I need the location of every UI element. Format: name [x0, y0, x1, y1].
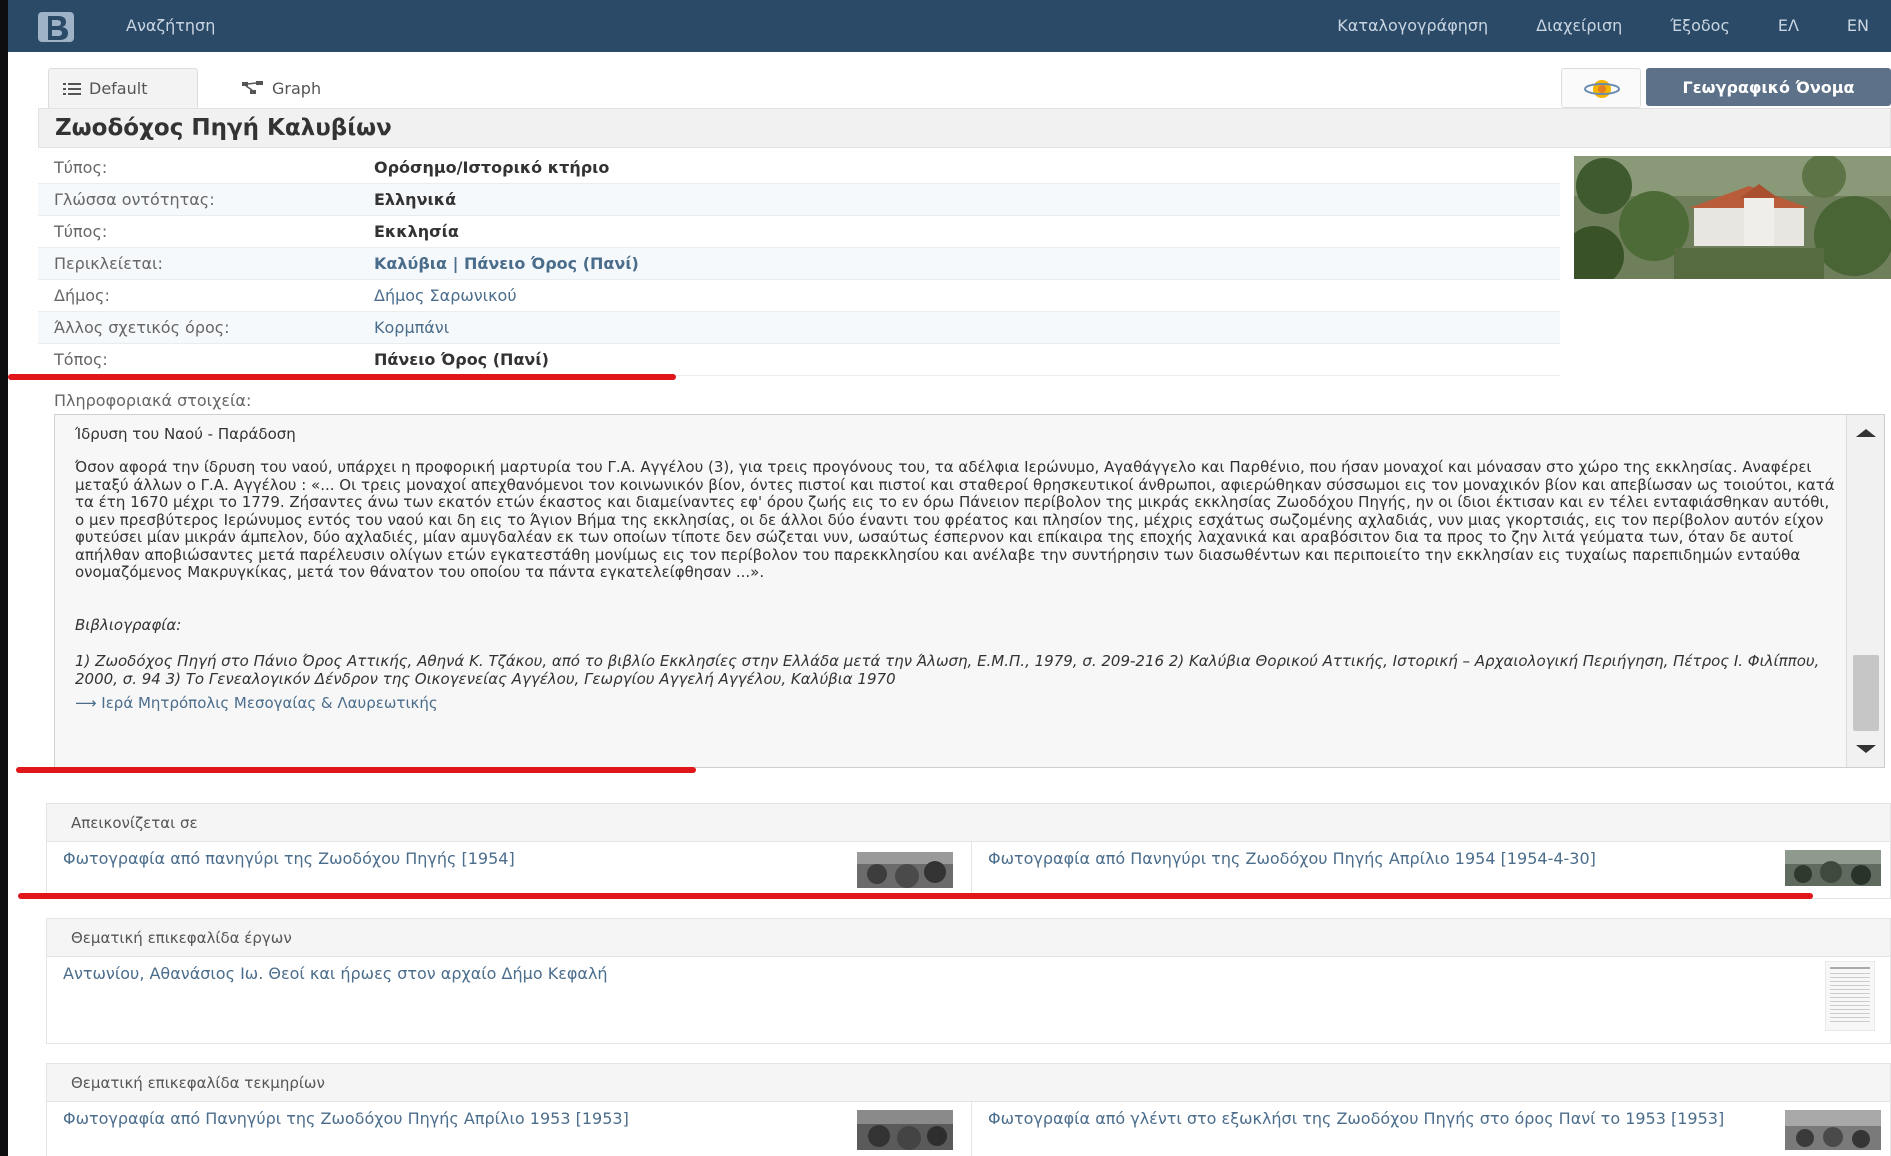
property-row-type-2: Τύπος: Εκκλησία [38, 216, 1560, 248]
photo-thumbnail[interactable] [1785, 850, 1881, 886]
evidence-item-link[interactable]: Φωτογραφία από γλέντι στο εξωκλήσι της Ζ… [988, 1109, 1724, 1128]
property-row-contained-in: Περικλείεται: Καλύβια | Πάνειο Όρος (Παν… [38, 248, 1560, 280]
works-subject-section: Θεματική επικεφαλίδα έργων Αντωνίου, Αθα… [46, 918, 1891, 1044]
property-value-link[interactable]: Δήμος Σαρωνικού [374, 286, 517, 305]
section-header: Θεματική επικεφαλίδα τεκμηρίων [47, 1064, 1890, 1102]
bibliography-text: 1) Ζωοδόχος Πηγή στο Πάνιο Όρος Αττικής,… [75, 651, 1820, 688]
property-value: Εκκλησία [374, 222, 459, 241]
photo-thumbnail[interactable] [857, 852, 953, 888]
tab-graph-label: Graph [272, 78, 322, 98]
scroll-thumb[interactable] [1853, 655, 1879, 731]
info-label: Πληροφοριακά στοιχεία: [54, 391, 252, 410]
scroll-up-arrow-icon[interactable] [1856, 429, 1876, 437]
scroll-down-arrow-icon[interactable] [1856, 745, 1876, 753]
photo-thumbnail[interactable] [857, 1110, 953, 1150]
section-header: Θεματική επικεφαλίδα έργων [47, 919, 1890, 957]
graph-icon [242, 81, 263, 94]
depicted-item-link[interactable]: Φωτογραφία από Πανηγύρι της Ζωοδόχου Πηγ… [988, 849, 1596, 868]
work-item-link[interactable]: Αντωνίου, Αθανάσιος Ιω. Θεοί και ήρωες σ… [63, 964, 608, 983]
highlight-underline-info [16, 767, 696, 773]
property-label: Περικλείεται: [54, 254, 163, 273]
tab-default-label: Default [89, 79, 148, 98]
metropolis-link[interactable]: ⟶ Ιερά Μητρόπολις Μεσογαίας & Λαυρεωτική… [75, 694, 1835, 712]
info-content: Ίδρυση του Ναού - Παράδοση Όσον αφορά τη… [75, 425, 1835, 712]
nav-logout-link[interactable]: Έξοδος [1670, 16, 1730, 35]
depicted-item-1[interactable]: Φωτογραφία από πανηγύρι της Ζωοδόχου Πηγ… [47, 842, 967, 898]
page-title: Ζωοδόχος Πηγή Καλυβίων [55, 115, 392, 141]
depicted-in-section: Απεικονίζεται σε Φωτογραφία από πανηγύρι… [46, 803, 1891, 899]
property-value-link[interactable]: Καλύβια | Πάνειο Όρος (Πανί) [374, 254, 639, 273]
tab-default[interactable]: Default [48, 68, 198, 108]
info-body-text: Όσον αφορά την ίδρυση του ναού, υπάρχει … [75, 458, 1835, 581]
depicted-item-2[interactable]: Φωτογραφία από Πανηγύρι της Ζωοδόχου Πηγ… [972, 842, 1772, 898]
top-navbar: Αναζήτηση Καταλογογράφηση Διαχείριση Έξο… [8, 0, 1891, 52]
property-value-link[interactable]: Κορμπάνι [374, 318, 449, 337]
section-header: Απεικονίζεται σε [47, 804, 1890, 842]
info-textbox[interactable]: Ίδρυση του Ναού - Παράδοση Όσον αφορά τη… [54, 414, 1885, 768]
document-thumbnail[interactable] [1825, 961, 1875, 1031]
property-row-related-term: Άλλος σχετικός όρος: Κορμπάνι [38, 312, 1560, 344]
nav-lang-el-link[interactable]: ΕΛ [1778, 16, 1799, 35]
section-body: Φωτογραφία από Πανηγύρι της Ζωοδόχου Πηγ… [47, 1102, 1890, 1156]
property-label: Γλώσσα οντότητας: [54, 190, 215, 209]
property-label: Δήμος: [54, 286, 110, 305]
property-row-language: Γλώσσα οντότητας: Ελληνικά [38, 184, 1560, 216]
depicted-item-link[interactable]: Φωτογραφία από πανηγύρι της Ζωοδόχου Πηγ… [63, 849, 515, 868]
church-photo[interactable] [1574, 156, 1891, 279]
property-row-place: Τόπος: Πάνειο Όρος (Πανί) [38, 344, 1560, 376]
property-value: Ελληνικά [374, 190, 457, 209]
page: Αναζήτηση Καταλογογράφηση Διαχείριση Έξο… [8, 0, 1891, 1156]
info-scrollbar[interactable] [1846, 415, 1884, 767]
list-icon [63, 82, 81, 95]
sun-globe-icon [1584, 80, 1620, 98]
property-value: Πάνειο Όρος (Πανί) [374, 350, 549, 369]
brand-logo-icon[interactable] [36, 10, 76, 44]
property-label: Τόπος: [54, 350, 108, 369]
view-tabs: Default Graph Γεωγραφικό Όνομα [38, 68, 1891, 108]
section-body: Αντωνίου, Αθανάσιος Ιω. Θεοί και ήρωες σ… [47, 957, 1890, 1043]
highlight-underline-depicted [18, 893, 1813, 899]
nav-management-link[interactable]: Διαχείριση [1536, 16, 1622, 35]
property-value: Ορόσημο/Ιστορικό κτήριο [374, 158, 610, 177]
evidence-item-1[interactable]: Φωτογραφία από Πανηγύρι της Ζωοδόχου Πηγ… [47, 1102, 967, 1156]
work-item-1[interactable]: Αντωνίου, Αθανάσιος Ιω. Θεοί και ήρωες σ… [47, 957, 1747, 1043]
map-toggle-button[interactable] [1561, 68, 1641, 108]
property-row-municipality: Δήμος: Δήμος Σαρωνικού [38, 280, 1560, 312]
photo-thumbnail[interactable] [1785, 1110, 1881, 1150]
title-bar: Ζωοδόχος Πηγή Καλυβίων [38, 108, 1891, 148]
tab-graph[interactable]: Graph [228, 68, 335, 108]
property-label: Τύπος: [54, 222, 108, 241]
evidence-item-2[interactable]: Φωτογραφία από γλέντι στο εξωκλήσι της Ζ… [972, 1102, 1772, 1156]
properties-table: Τύπος: Ορόσημο/Ιστορικό κτήριο Γλώσσα ον… [38, 152, 1560, 376]
property-label: Άλλος σχετικός όρος: [54, 318, 230, 337]
nav-right-menu: Καταλογογράφηση Διαχείριση Έξοδος ΕΛ EN [1289, 16, 1891, 35]
property-label: Τύπος: [54, 158, 108, 177]
geographic-name-button[interactable]: Γεωγραφικό Όνομα [1646, 68, 1891, 106]
nav-lang-en-link[interactable]: EN [1847, 16, 1869, 35]
nav-cataloging-link[interactable]: Καταλογογράφηση [1337, 16, 1488, 35]
bibliography-title: Βιβλιογραφία: [75, 615, 182, 634]
evidence-subject-section: Θεματική επικεφαλίδα τεκμηρίων Φωτογραφί… [46, 1063, 1891, 1156]
nav-search-link[interactable]: Αναζήτηση [126, 16, 215, 35]
highlight-underline-properties [8, 374, 676, 380]
evidence-item-link[interactable]: Φωτογραφία από Πανηγύρι της Ζωοδόχου Πηγ… [63, 1109, 629, 1128]
section-body: Φωτογραφία από πανηγύρι της Ζωοδόχου Πηγ… [47, 842, 1890, 898]
property-row-type: Τύπος: Ορόσημο/Ιστορικό κτήριο [38, 152, 1560, 184]
info-heading: Ίδρυση του Ναού - Παράδοση [75, 425, 296, 443]
